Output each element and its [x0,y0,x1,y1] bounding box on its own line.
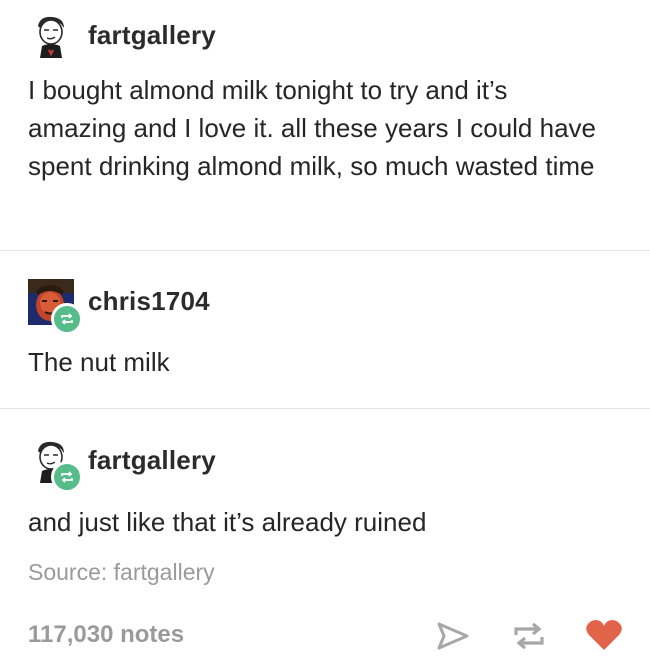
cartoon-face-avatar-icon [38,16,64,58]
share-arrow-icon[interactable] [436,621,470,651]
post-username[interactable]: fartgallery [88,445,216,476]
reblog-icon [61,471,73,483]
avatar[interactable] [28,12,74,58]
reblog-icon [61,313,73,325]
post-body: The nut milk [28,347,170,377]
post-source[interactable]: Source: fartgallery [28,559,215,586]
post-reblog: fartgallery and just like that it’s alre… [0,409,650,670]
post-original: fartgallery I bought almond milk tonight… [0,0,650,250]
notes-count[interactable]: 117,030 notes [28,621,184,649]
reblog-badge [51,461,83,493]
reblog-badge [51,303,83,335]
post-reblog: chris1704 The nut milk [0,251,650,408]
reblog-icon[interactable] [512,621,546,651]
post-body: I bought almond milk tonight to try and … [28,75,596,181]
heart-icon[interactable] [585,618,623,652]
post-body: and just like that it’s already ruined [28,507,427,537]
post-username[interactable]: chris1704 [88,286,210,317]
post-username[interactable]: fartgallery [88,20,216,51]
